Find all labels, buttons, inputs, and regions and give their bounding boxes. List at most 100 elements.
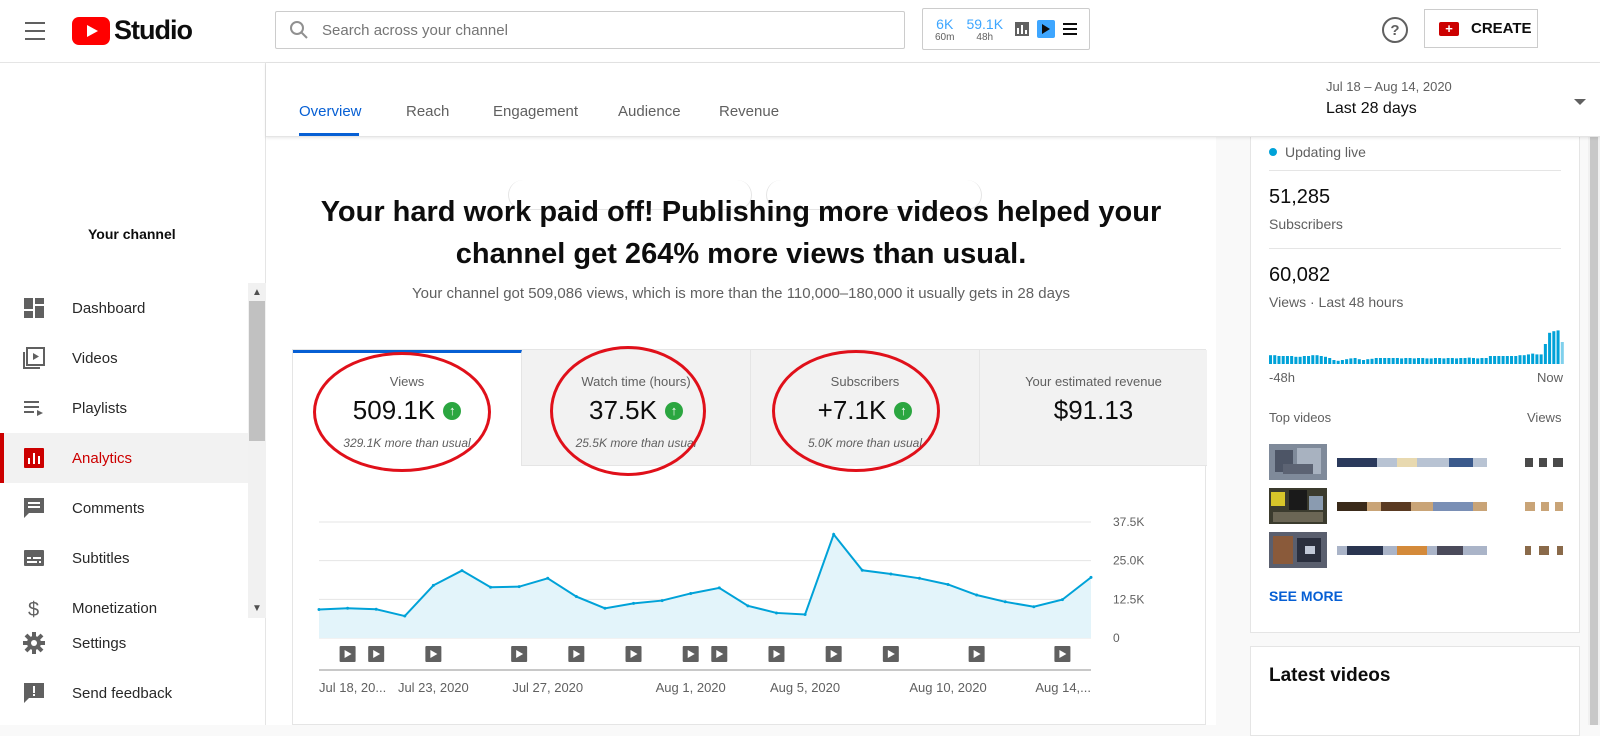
x-tick-label: Jul 23, 2020 — [398, 680, 469, 695]
mini-bar — [1501, 356, 1505, 364]
mini-bar — [1370, 358, 1374, 364]
youtube-logo-icon — [72, 16, 110, 45]
data-point — [317, 608, 321, 612]
divider — [1269, 248, 1561, 249]
views-column-label: Views — [1527, 410, 1562, 425]
up-arrow-icon: ↑ — [443, 401, 462, 420]
search-icon[interactable] — [276, 20, 322, 40]
y-tick-label: 0 — [1113, 631, 1120, 645]
metric-tab-revenue[interactable]: Your estimated revenue $91.13 — [980, 350, 1207, 466]
svg-text:$: $ — [28, 599, 39, 618]
tab-overview[interactable]: Overview — [299, 103, 362, 120]
sidebar-item-dashboard[interactable]: Dashboard — [0, 283, 248, 333]
realtime-stat-48h: 59.1K 48h — [966, 16, 1003, 43]
sidebar-item-analytics[interactable]: Analytics — [0, 433, 248, 483]
create-button[interactable]: + CREATE — [1424, 9, 1538, 48]
sidebar-item-send-feedback[interactable]: Send feedback — [0, 668, 266, 718]
sidebar-item-label: Monetization — [72, 599, 158, 617]
mini-bar — [1404, 358, 1408, 364]
list-menu-icon[interactable] — [1063, 23, 1078, 35]
scroll-down-icon[interactable]: ▼ — [252, 603, 262, 614]
data-point — [660, 599, 664, 603]
mini-bar — [1374, 358, 1378, 364]
see-more-link[interactable]: SEE MORE — [1269, 588, 1343, 604]
mini-bar — [1285, 356, 1289, 364]
mini-bar — [1522, 355, 1526, 364]
latest-videos-title: Latest videos — [1269, 665, 1391, 686]
mini-bar — [1302, 356, 1306, 364]
tab-reach[interactable]: Reach — [406, 103, 449, 120]
help-icon[interactable]: ? — [1382, 17, 1408, 43]
tab-revenue[interactable]: Revenue — [719, 103, 779, 120]
menu-icon[interactable] — [20, 18, 50, 44]
mini-bar — [1345, 359, 1349, 364]
sidebar-item-settings[interactable]: Settings — [0, 618, 266, 668]
youtube-studio-logo[interactable]: Studio — [72, 15, 193, 46]
top-video-row[interactable] — [1269, 532, 1563, 568]
data-point — [460, 569, 464, 573]
sidebar-item-playlists[interactable]: Playlists — [0, 383, 248, 433]
bar-chart-icon[interactable] — [1015, 22, 1030, 36]
sidebar-item-videos[interactable]: Videos — [0, 333, 248, 383]
mini-chart-start-label: -48h — [1269, 370, 1296, 385]
mini-bar — [1429, 358, 1433, 364]
top-video-row[interactable] — [1269, 488, 1563, 524]
search-input[interactable] — [322, 21, 882, 39]
metric-tab-views[interactable]: Views 509.1K ↑ 329.1K more than usual — [293, 350, 522, 466]
search-bar[interactable] — [275, 11, 905, 49]
mini-bar — [1340, 360, 1344, 364]
sidebar-item-comments[interactable]: Comments — [0, 483, 248, 533]
mini-bar — [1277, 356, 1281, 364]
top-video-row[interactable] — [1269, 444, 1563, 480]
mini-bar — [1535, 354, 1539, 364]
data-point — [1089, 575, 1093, 579]
data-point — [975, 593, 979, 597]
date-range-picker[interactable]: Jul 18 – Aug 14, 2020 Last 28 days — [1326, 79, 1596, 129]
mini-bar — [1552, 331, 1556, 364]
sidebar-scrollbar[interactable]: ▲ ▼ — [248, 283, 266, 618]
mini-bar — [1526, 354, 1530, 364]
data-point — [746, 604, 750, 608]
mini-bar — [1421, 358, 1425, 364]
tab-engagement[interactable]: Engagement — [493, 103, 578, 120]
latest-videos-card: Latest videos — [1250, 646, 1580, 736]
metrics-card: Views 509.1K ↑ 329.1K more than usual Wat… — [292, 349, 1207, 725]
mini-bar — [1425, 358, 1429, 364]
mini-bar — [1446, 358, 1450, 364]
extension-icon[interactable] — [1037, 20, 1056, 38]
mini-bar — [1387, 358, 1391, 364]
metric-note: 5.0K more than usual — [807, 436, 923, 450]
mini-bar — [1353, 358, 1357, 364]
data-point — [717, 586, 721, 590]
mini-bar — [1294, 356, 1298, 364]
active-tab-indicator — [299, 133, 359, 136]
metric-value-row: 509.1K ↑ — [293, 395, 521, 426]
metric-tab-subscribers[interactable]: Subscribers +7.1K ↑ 5.0K more than usual — [751, 350, 980, 466]
tab-audience[interactable]: Audience — [618, 103, 681, 120]
x-tick-label: Aug 5, 2020 — [770, 680, 840, 695]
mini-bar — [1311, 355, 1315, 364]
scrollbar-thumb[interactable] — [249, 301, 265, 441]
subscribers-label: Subscribers — [1269, 216, 1343, 232]
data-point — [1032, 605, 1036, 609]
realtime-stats-widget[interactable]: 6K 60m 59.1K 48h — [922, 8, 1090, 50]
data-point — [489, 585, 493, 589]
mini-bar — [1442, 358, 1446, 364]
mini-bar — [1349, 358, 1353, 364]
mini-bar — [1290, 356, 1294, 364]
feedback-icon — [24, 683, 44, 703]
page-scrollbar[interactable] — [1588, 110, 1600, 725]
scroll-up-icon[interactable]: ▲ — [252, 287, 262, 298]
sidebar-item-subtitles[interactable]: Subtitles — [0, 533, 248, 583]
videos-icon — [23, 347, 45, 369]
mini-bar — [1281, 356, 1285, 364]
metric-value-row: 37.5K ↑ — [522, 395, 750, 426]
sidebar-item-monetization[interactable]: $ Monetization — [0, 583, 248, 618]
monetization-icon: $ — [28, 599, 39, 618]
views-48h-value: 60,082 — [1269, 264, 1331, 286]
insight-headline: Your hard work paid off! Publishing more… — [320, 196, 1162, 270]
scrollbar-thumb[interactable] — [1590, 110, 1598, 725]
mini-bar — [1467, 357, 1471, 364]
mini-bar — [1560, 342, 1564, 364]
metric-tab-watch-time[interactable]: Watch time (hours) 37.5K ↑ 25.5K more tha… — [522, 350, 751, 466]
